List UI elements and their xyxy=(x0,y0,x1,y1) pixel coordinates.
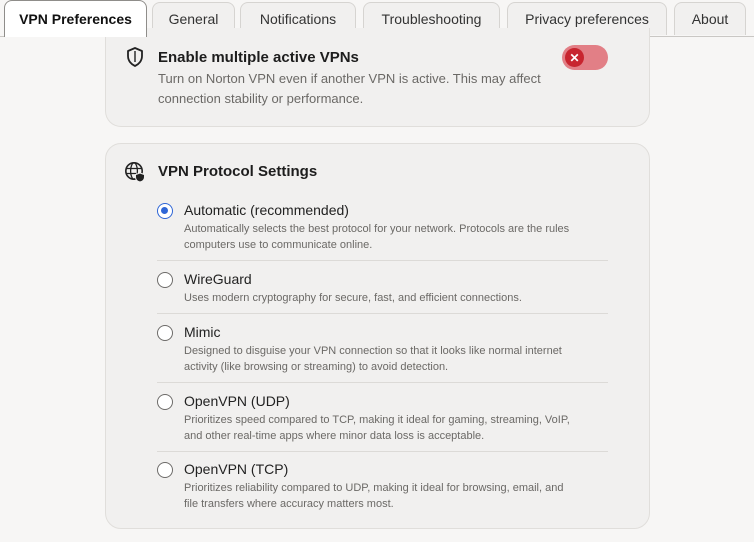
multi-vpn-title: Enable multiple active VPNs xyxy=(158,49,359,66)
protocol-option-openvpn-tcp[interactable]: OpenVPN (TCP) Prioritizes reliability co… xyxy=(157,461,609,513)
option-description: Prioritizes reliability compared to UDP,… xyxy=(184,480,609,512)
multi-vpn-toggle[interactable]: ✕ xyxy=(562,45,608,70)
protocol-option-wireguard[interactable]: WireGuard Uses modern cryptography for s… xyxy=(157,271,609,307)
protocol-option-openvpn-udp[interactable]: OpenVPN (UDP) Prioritizes speed compared… xyxy=(157,393,609,445)
shield-icon xyxy=(126,47,144,72)
option-description: Prioritizes speed compared to TCP, makin… xyxy=(184,412,609,444)
option-description-line2: and other real-time apps where minor dat… xyxy=(184,430,485,442)
option-description-line1: Prioritizes reliability compared to UDP,… xyxy=(184,482,564,494)
radio-button-mimic[interactable] xyxy=(157,325,173,341)
option-label: WireGuard xyxy=(184,271,252,287)
option-divider xyxy=(157,451,608,452)
radio-button-openvpn-udp[interactable] xyxy=(157,394,173,410)
tab-about[interactable]: About xyxy=(674,2,746,35)
protocol-settings-title: VPN Protocol Settings xyxy=(158,163,318,180)
radio-button-wireguard[interactable] xyxy=(157,272,173,288)
multi-vpn-description-line2: connection stability or performance. xyxy=(158,91,364,106)
option-description-line2: computers use to communicate online. xyxy=(184,239,373,251)
multi-vpn-description-line1: Turn on Norton VPN even if another VPN i… xyxy=(158,71,541,86)
radio-button-openvpn-tcp[interactable] xyxy=(157,462,173,478)
vpn-settings-page: VPN Preferences General Notifications Tr… xyxy=(0,0,754,542)
option-description-line1: Automatically selects the best protocol … xyxy=(184,223,570,235)
option-divider xyxy=(157,313,608,314)
globe-shield-icon xyxy=(124,161,146,188)
option-description-line1: Uses modern cryptography for secure, fas… xyxy=(184,292,522,304)
option-description-line1: Prioritizes speed compared to TCP, makin… xyxy=(184,414,570,426)
option-label: Automatic (recommended) xyxy=(184,202,349,218)
option-description: Uses modern cryptography for secure, fas… xyxy=(184,290,609,306)
option-description-line2: activity (like browsing or streaming) to… xyxy=(184,361,449,373)
protocol-option-mimic[interactable]: Mimic Designed to disguise your VPN conn… xyxy=(157,324,609,376)
option-description-line1: Designed to disguise your VPN connection… xyxy=(184,345,562,357)
option-label: OpenVPN (TCP) xyxy=(184,461,289,477)
option-label: OpenVPN (UDP) xyxy=(184,393,290,409)
protocol-option-automatic[interactable]: Automatic (recommended) Automatically se… xyxy=(157,202,609,254)
option-divider xyxy=(157,260,608,261)
radio-button-automatic[interactable] xyxy=(157,203,173,219)
option-description: Automatically selects the best protocol … xyxy=(184,221,609,253)
option-description: Designed to disguise your VPN connection… xyxy=(184,343,609,375)
option-divider xyxy=(157,382,608,383)
toggle-off-x-icon: ✕ xyxy=(565,48,584,67)
option-label: Mimic xyxy=(184,324,221,340)
option-description-line2: file transfers where accuracy matters mo… xyxy=(184,498,394,510)
tab-vpn-preferences[interactable]: VPN Preferences xyxy=(4,0,147,37)
